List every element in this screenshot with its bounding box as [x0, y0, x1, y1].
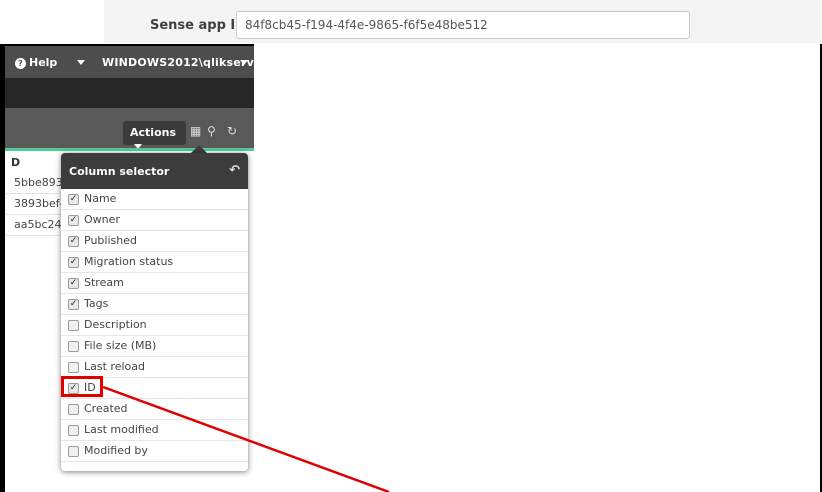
annotation-arrow: [102, 385, 390, 492]
